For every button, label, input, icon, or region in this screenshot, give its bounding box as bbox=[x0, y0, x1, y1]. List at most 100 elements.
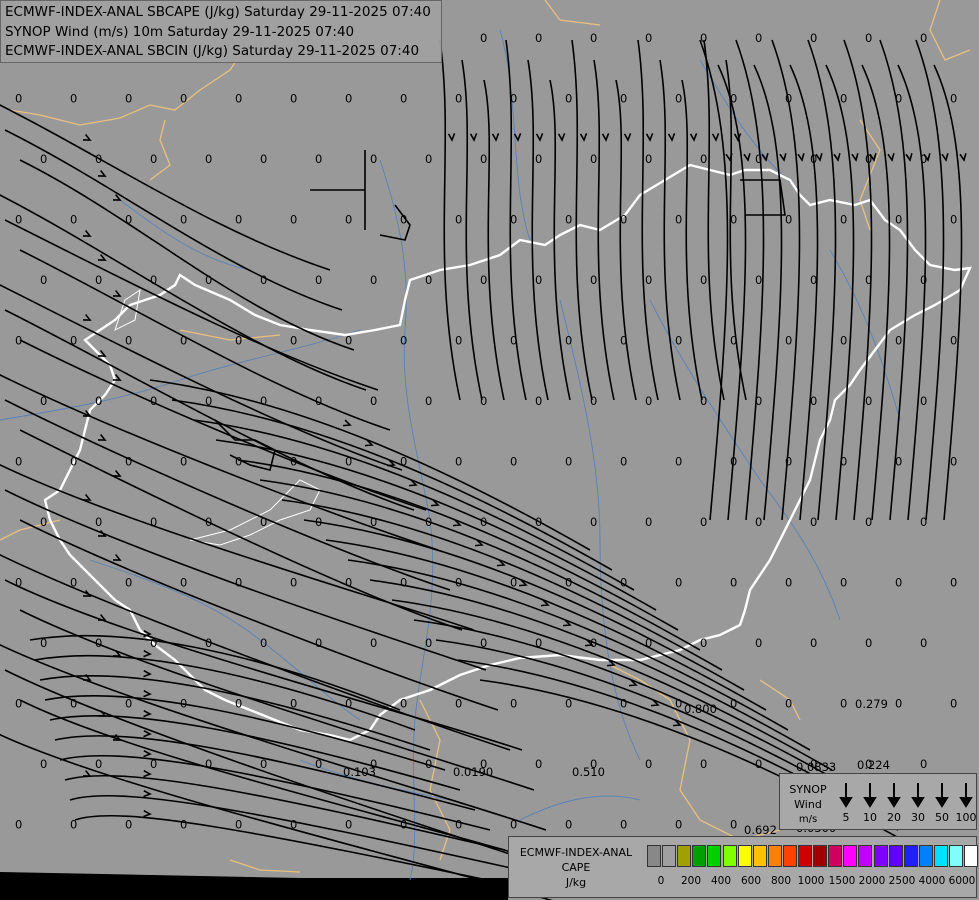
cape-value: 0 bbox=[290, 818, 297, 832]
cape-value: 0 bbox=[455, 92, 462, 106]
cape-value: 0 bbox=[620, 334, 627, 348]
cape-value: 0 bbox=[565, 576, 572, 590]
cape-tick: 1500 bbox=[828, 875, 856, 887]
wind-speed-30: 30 bbox=[911, 811, 925, 824]
cape-value: 0 bbox=[755, 394, 762, 408]
cape-value: 0 bbox=[315, 152, 322, 166]
cape-value: 0 bbox=[260, 394, 267, 408]
cape-value: 0 bbox=[125, 455, 132, 469]
cape-value: 0 bbox=[510, 92, 517, 106]
cape-value: 0 bbox=[125, 576, 132, 590]
cape-value: 0 bbox=[400, 334, 407, 348]
title-sbcin: ECMWF-INDEX-ANAL SBCIN (J/kg) Saturday 2… bbox=[5, 43, 420, 59]
cape-tick: 200 bbox=[680, 875, 702, 887]
cape-value: 0 bbox=[70, 818, 77, 832]
cape-value: 0 bbox=[260, 152, 267, 166]
cape-value: 0 bbox=[920, 31, 927, 45]
cape-value: 0 bbox=[785, 576, 792, 590]
cape-value: 0 bbox=[205, 394, 212, 408]
cape-value: 0 bbox=[125, 92, 132, 106]
cape-value: 0 bbox=[345, 576, 352, 590]
cape-value: 0 bbox=[755, 152, 762, 166]
cape-value: 0 bbox=[370, 152, 377, 166]
cape-value: 0 bbox=[95, 636, 102, 650]
cape-value: 0 bbox=[620, 818, 627, 832]
cape-value: 0 bbox=[590, 394, 597, 408]
cape-value: 0 bbox=[535, 152, 542, 166]
cape-value: 0 bbox=[315, 394, 322, 408]
cape-value: 0 bbox=[730, 213, 737, 227]
cape-value: 0 bbox=[950, 697, 957, 711]
wind-legend: SYNOP Wind m/s 5 10 20 30 50 100 bbox=[779, 773, 977, 830]
cape-value: 0 bbox=[455, 213, 462, 227]
cape-value: 0 bbox=[590, 273, 597, 287]
cape-value: 0 bbox=[235, 92, 242, 106]
cape-tick: 4000 bbox=[918, 875, 946, 887]
cape-value: 0 bbox=[15, 697, 22, 711]
cape-value: 0 bbox=[675, 697, 682, 711]
wind-speed-50: 50 bbox=[935, 811, 949, 824]
cape-value: 0 bbox=[425, 394, 432, 408]
cape-swatch bbox=[918, 845, 933, 867]
cape-value: 0 bbox=[40, 273, 47, 287]
cape-value: 0 bbox=[865, 31, 872, 45]
cape-value: 0 bbox=[290, 213, 297, 227]
cape-value: 0 bbox=[865, 394, 872, 408]
cape-value: 0 bbox=[510, 455, 517, 469]
cape-value: 0 bbox=[785, 455, 792, 469]
cape-value: 0 bbox=[510, 213, 517, 227]
cape-value: 0 bbox=[700, 394, 707, 408]
cape-value: 0 bbox=[70, 92, 77, 106]
cape-value: 0 bbox=[290, 334, 297, 348]
cape-value: 0 bbox=[370, 273, 377, 287]
cape-value: 0 bbox=[645, 515, 652, 529]
cape-value: 0 bbox=[15, 455, 22, 469]
cape-value: 0 bbox=[565, 455, 572, 469]
cape-value: 0 bbox=[895, 334, 902, 348]
cape-value: 0 bbox=[645, 273, 652, 287]
cape-value: 0 bbox=[675, 213, 682, 227]
cape-value: 0 bbox=[400, 576, 407, 590]
cape-value: 0 bbox=[180, 213, 187, 227]
cape-value: 0 bbox=[620, 455, 627, 469]
title-box: ECMWF-INDEX-ANAL SBCAPE (J/kg) Saturday … bbox=[0, 0, 442, 63]
cape-value: 0 bbox=[205, 515, 212, 529]
cape-value: 0 bbox=[235, 213, 242, 227]
cape-tick: 6000 bbox=[948, 875, 976, 887]
cape-value: 0 bbox=[180, 92, 187, 106]
cape-value: 0 bbox=[675, 818, 682, 832]
cape-value: 0 bbox=[425, 152, 432, 166]
cape-value: 0 bbox=[810, 273, 817, 287]
cape-value: 0 bbox=[150, 273, 157, 287]
cape-value: 0 bbox=[260, 636, 267, 650]
cape-value: 0 bbox=[645, 152, 652, 166]
cape-value: 0.692 bbox=[744, 823, 777, 837]
cape-value: 0 bbox=[235, 334, 242, 348]
cape-swatch bbox=[767, 845, 782, 867]
cape-value: 0 bbox=[700, 152, 707, 166]
cape-value: 0 bbox=[150, 515, 157, 529]
cape-value: 0 bbox=[15, 576, 22, 590]
cape-value: 0 bbox=[95, 515, 102, 529]
cape-value: 0 bbox=[865, 515, 872, 529]
cape-value: 0 bbox=[260, 273, 267, 287]
cape-value: 0 bbox=[345, 334, 352, 348]
cape-value: 0 bbox=[480, 152, 487, 166]
cape-legend-title: ECMWF-INDEX-ANAL CAPE J/kg bbox=[511, 845, 641, 890]
cape-value: 0 bbox=[675, 334, 682, 348]
cape-value: 0 bbox=[40, 394, 47, 408]
cape-value: 0 bbox=[675, 455, 682, 469]
cape-value: 0 bbox=[400, 818, 407, 832]
cape-value: 0 bbox=[700, 757, 707, 771]
cape-value: 0 bbox=[950, 455, 957, 469]
cape-value: 0 bbox=[920, 515, 927, 529]
cape-value: 0 bbox=[700, 273, 707, 287]
cape-value: 0 bbox=[95, 273, 102, 287]
cape-value: 0 bbox=[400, 213, 407, 227]
cape-value: 0 bbox=[70, 455, 77, 469]
cape-value: 0 bbox=[950, 92, 957, 106]
cape-swatch bbox=[662, 845, 677, 867]
cape-value: 0 bbox=[730, 818, 737, 832]
cape-value: 0 bbox=[345, 818, 352, 832]
cape-value: 0 bbox=[425, 757, 432, 771]
